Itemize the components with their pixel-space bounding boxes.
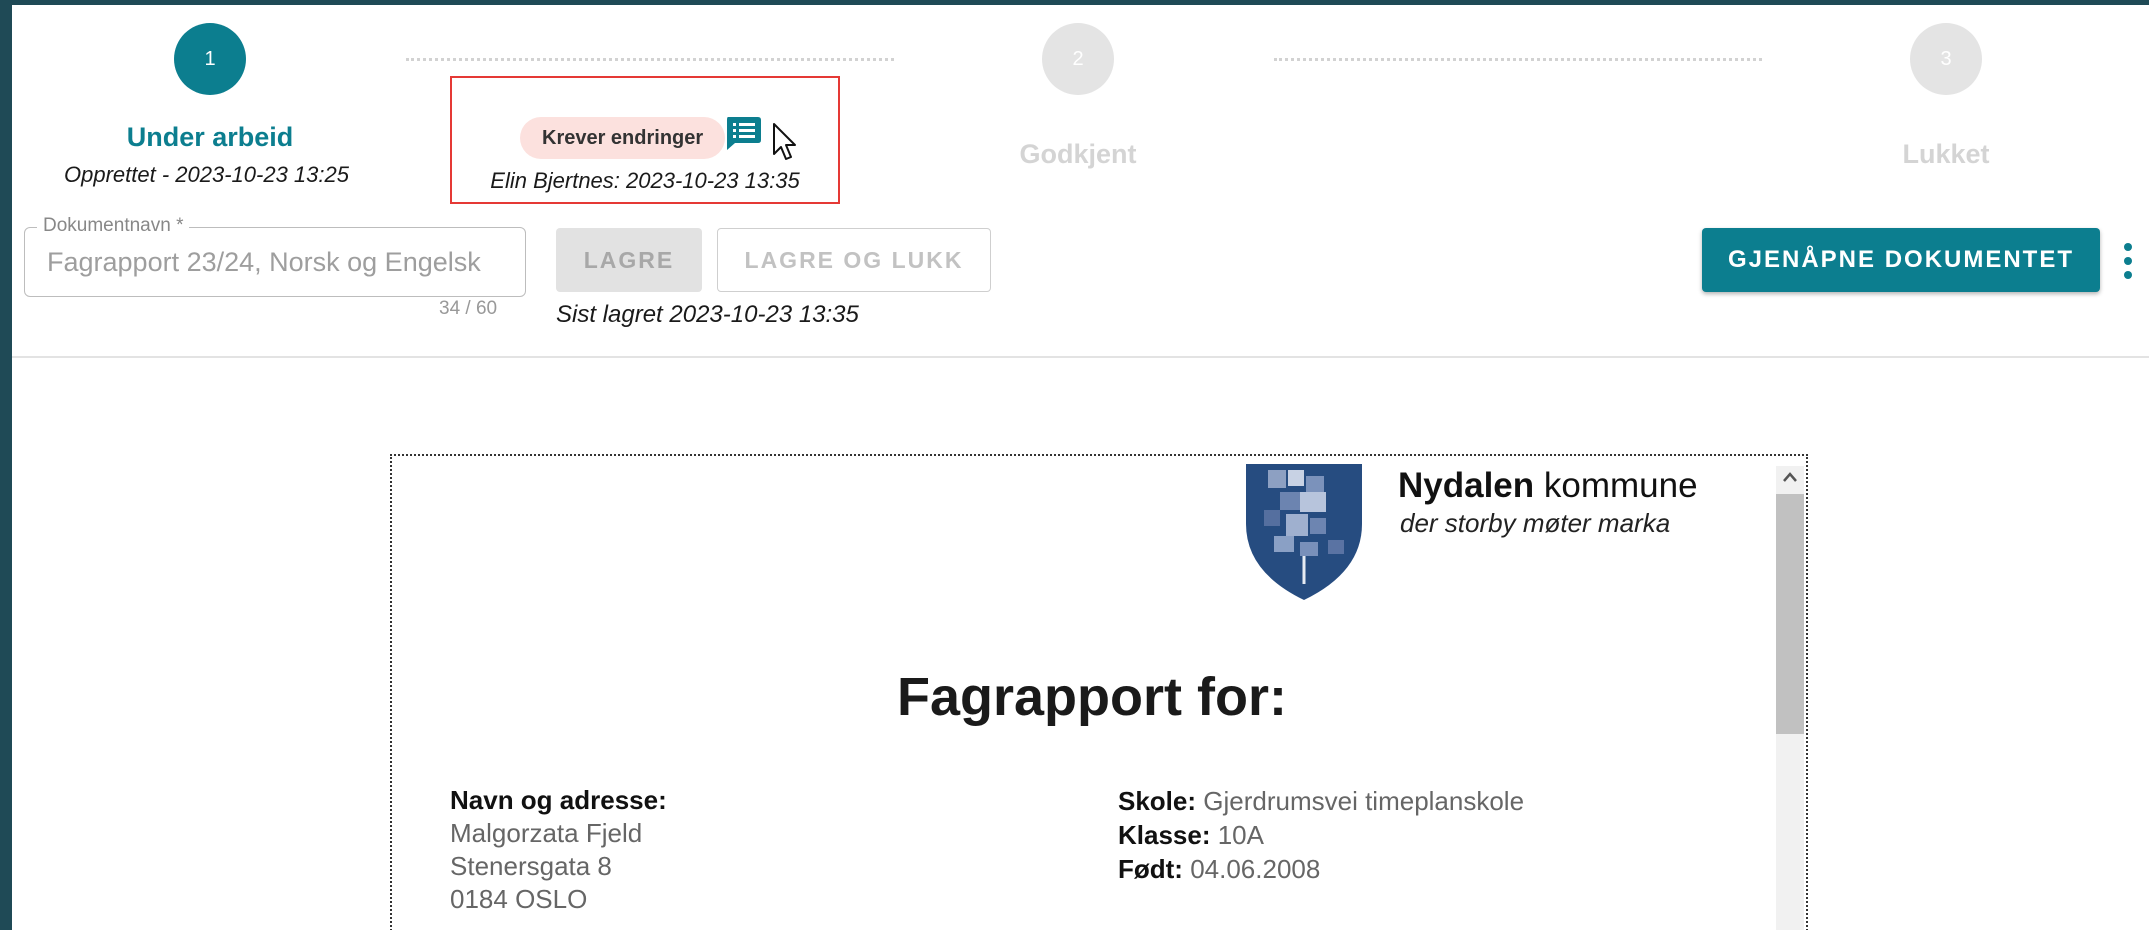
document-name-input[interactable] [45, 246, 519, 279]
student-school-block: Skole: Gjerdrumsvei timeplanskole Klasse… [1118, 784, 1524, 886]
reopen-document-button[interactable]: GJENÅPNE DOKUMENTET [1702, 228, 2100, 292]
comment-list-icon[interactable] [724, 115, 762, 151]
step-1-number: 1 [204, 47, 216, 70]
class-label: Klasse: [1118, 820, 1211, 850]
birthdate-row: Født: 04.06.2008 [1118, 852, 1524, 886]
step-1-subtitle: Opprettet - 2023-10-23 13:25 [64, 162, 349, 187]
step-connector-2 [1274, 58, 1762, 61]
save-button[interactable]: LAGRE [556, 228, 702, 292]
student-street: Stenersgata 8 [450, 851, 612, 881]
student-address-block: Navn og adresse: Malgorzata Fjeld Stener… [450, 784, 667, 916]
municipality-crest-logo [1246, 464, 1362, 600]
municipality-name-bold: Nydalen [1398, 466, 1535, 505]
step-3-title: Lukket [1902, 139, 1990, 169]
document-name-field: Dokumentnavn * [24, 215, 526, 297]
last-saved-text: Sist lagret 2023-10-23 13:35 [556, 301, 859, 328]
step-1-circle[interactable]: 1 [174, 23, 246, 95]
student-name: Malgorzata Fjeld [450, 818, 643, 848]
address-label: Navn og adresse: [450, 785, 667, 815]
school-label: Skole: [1118, 786, 1197, 816]
mouse-cursor-icon [773, 123, 796, 160]
status-chip[interactable]: Krever endringer [520, 117, 726, 159]
municipality-name-rest: kommune [1534, 466, 1698, 505]
document-title: Fagrapport for: [897, 667, 1287, 727]
class-row: Klasse: 10A [1118, 818, 1524, 852]
birthdate-value: 04.06.2008 [1182, 854, 1321, 884]
status-meta: Elin Bjertnes: 2023-10-23 13:35 [490, 168, 800, 193]
student-postal: 0184 OSLO [450, 884, 588, 914]
birthdate-label: Født: [1118, 854, 1183, 884]
step-3-circle[interactable]: 3 [1910, 23, 1982, 95]
toolbar-divider [12, 356, 2149, 358]
step-2-number: 2 [1072, 47, 1084, 70]
character-counter: 34 / 60 [439, 298, 498, 319]
app-window: 1 2 3 Under arbeid Opprettet - 2023-10-2… [12, 5, 2149, 930]
school-row: Skole: Gjerdrumsvei timeplanskole [1118, 784, 1524, 818]
class-value: 10A [1210, 820, 1264, 850]
step-1-title: Under arbeid [126, 122, 294, 152]
scroll-up-arrow-icon[interactable] [1776, 466, 1804, 488]
save-and-close-button[interactable]: LAGRE OG LUKK [717, 228, 991, 292]
change-request-highlight: Krever endringer Elin Bjertnes: 2023-10-… [450, 76, 840, 204]
document-name-label: Dokumentnavn * [37, 215, 190, 237]
municipality-tagline: der storby møter marka [1400, 508, 1671, 538]
municipality-name: Nydalen kommune [1398, 466, 1698, 506]
kebab-menu-icon[interactable] [2120, 241, 2136, 281]
step-2-circle[interactable]: 2 [1042, 23, 1114, 95]
school-value: Gjerdrumsvei timeplanskole [1196, 786, 1525, 816]
step-3-number: 3 [1940, 47, 1952, 70]
step-2-title: Godkjent [1019, 139, 1137, 169]
document-preview[interactable]: Nydalen kommune der storby møter marka F… [390, 454, 1808, 930]
step-connector-1 [406, 58, 894, 61]
